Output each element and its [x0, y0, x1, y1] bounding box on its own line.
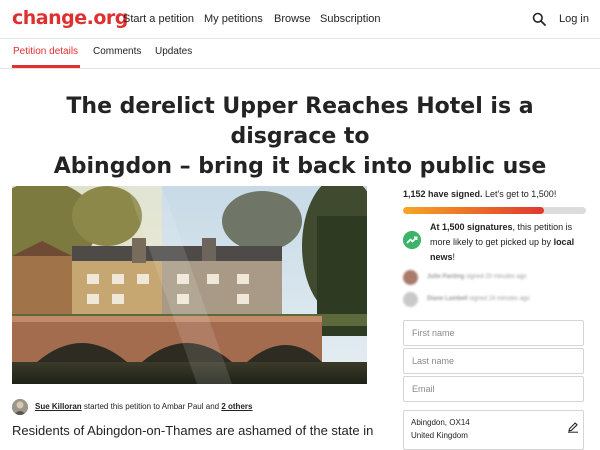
recipient-name: Ambar Paul [161, 402, 204, 411]
signer-avatar [403, 270, 418, 285]
change-org-logo[interactable]: change.org [12, 7, 128, 29]
starter-text: Sue Killoran started this petition to Am… [35, 402, 252, 411]
location-field[interactable]: Abingdon, OX14 United Kingdom [403, 410, 584, 450]
last-name-field[interactable] [403, 348, 584, 374]
tab-comments[interactable]: Comments [93, 46, 141, 57]
signer-text: Diane Lambell signed 24 minutes ago [427, 296, 530, 302]
milestone-bold: At 1,500 signatures [430, 222, 513, 232]
login-link[interactable]: Log in [559, 13, 589, 25]
nav-subscription[interactable]: Subscription [320, 13, 381, 25]
location-line1: Abingdon, OX14 [411, 418, 470, 427]
nav-start-petition[interactable]: Start a petition [123, 13, 194, 25]
avatar-image [12, 399, 28, 415]
signer-text: Julie Panting signed 20 minutes ago [427, 274, 526, 280]
signature-progress-bar [403, 207, 586, 214]
nav-browse[interactable]: Browse [274, 13, 311, 25]
goal-text: Let's get to 1,500! [482, 189, 557, 199]
signer-name: Julie Panting [427, 274, 465, 280]
starter-name-link[interactable]: Sue Killoran [35, 402, 82, 411]
signer-when: signed 20 minutes ago [464, 274, 527, 280]
signature-progress-fill [403, 207, 544, 214]
signer-name: Diane Lambell [427, 296, 468, 302]
nav-my-petitions[interactable]: My petitions [204, 13, 263, 25]
location-line2: United Kingdom [411, 431, 468, 440]
starter-action-text: started this petition to [81, 402, 162, 411]
first-name-field[interactable] [403, 320, 584, 346]
active-tab-indicator [12, 65, 80, 68]
petition-title: The derelict Upper Reaches Hotel is a di… [20, 92, 580, 182]
top-nav: change.org Start a petition My petitions… [0, 0, 600, 39]
petition-hero-image [12, 186, 367, 384]
milestone-end: ! [452, 252, 456, 262]
and-text: and [203, 402, 222, 411]
trending-up-icon [403, 231, 421, 249]
petition-tabs: Petition details Comments Updates [0, 38, 600, 69]
signer-when: signed 24 minutes ago [467, 296, 530, 302]
starter-avatar[interactable] [12, 399, 28, 415]
edit-icon[interactable] [567, 421, 579, 433]
milestone-text: At 1,500 signatures, this petition is mo… [430, 220, 590, 265]
tab-updates[interactable]: Updates [155, 46, 192, 57]
petition-title-line1: The derelict Upper Reaches Hotel is a di… [66, 94, 534, 149]
email-field[interactable] [403, 376, 584, 402]
search-icon[interactable] [532, 12, 546, 26]
petition-title-line2: Abingdon – bring it back into public use [53, 154, 547, 179]
signature-count: 1,152 have signed. Let's get to 1,500! [403, 189, 556, 199]
signer-avatar [403, 292, 418, 307]
tab-petition-details[interactable]: Petition details [13, 46, 78, 57]
signed-count-text: 1,152 have signed. [403, 189, 483, 199]
others-link[interactable]: 2 others [221, 402, 252, 411]
petition-description: Residents of Abingdon-on-Thames are asha… [12, 423, 374, 438]
